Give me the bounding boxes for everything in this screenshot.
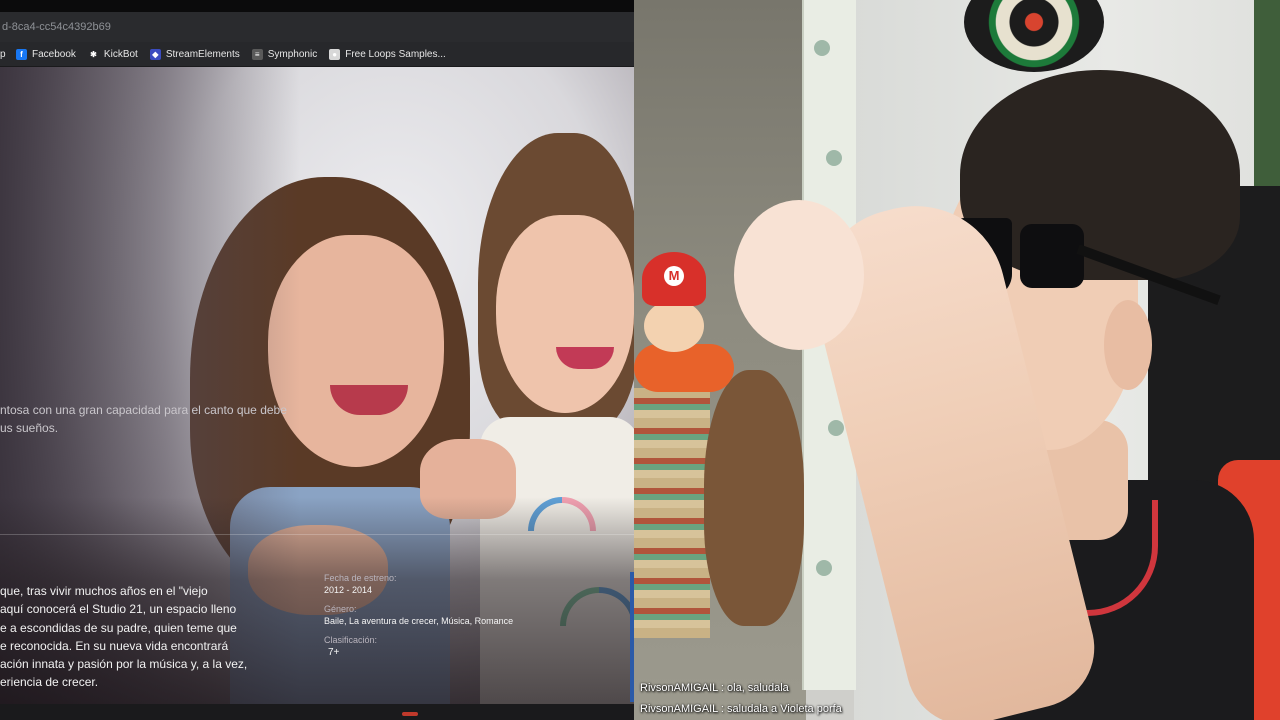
bookmark-free-loops[interactable]: ● Free Loops Samples... bbox=[329, 48, 446, 60]
bookmarks-bar: p f Facebook ✱ KickBot ◆ StreamElements … bbox=[0, 42, 634, 67]
bookmark-label: Free Loops Samples... bbox=[345, 48, 446, 60]
synopsis-line: aquí conocerá el Studio 21, un espacio l… bbox=[0, 602, 237, 617]
kickbot-icon: ✱ bbox=[90, 49, 97, 59]
guitar bbox=[704, 370, 804, 626]
bookmark-label: Symphonic bbox=[267, 48, 318, 60]
bookmark-label: Facebook bbox=[32, 48, 76, 60]
plush-face bbox=[644, 300, 704, 352]
webcam-feed: M RivsonAMIGAIL : ola, saludala RivsonAM… bbox=[634, 0, 1280, 720]
bookmark-label: KickBot bbox=[103, 48, 138, 60]
curtain-pattern bbox=[816, 560, 832, 576]
rating-label: Clasificación: bbox=[324, 635, 378, 645]
address-text: d-8ca4-cc54c4392b69 bbox=[2, 21, 111, 33]
plush-body bbox=[634, 344, 734, 392]
synopsis-line: ación innata y pasión por la música y, a… bbox=[0, 657, 248, 672]
rating-value: 7+ bbox=[328, 647, 340, 658]
door-frame bbox=[1254, 0, 1280, 200]
synopsis-line: e a escondidas de su padre, quien teme q… bbox=[0, 620, 237, 635]
chat-message: RivsonAMIGAIL : saludala a Violeta porfa bbox=[640, 699, 842, 720]
show-synopsis: que, tras vivir muchos años en el "viejo… bbox=[0, 582, 260, 692]
show-metadata: Fecha de estreno: 2012 - 2014 Género: Ba… bbox=[324, 572, 534, 665]
tagline-line: us sueños. bbox=[0, 421, 59, 435]
section-divider bbox=[0, 534, 634, 535]
figure-face bbox=[496, 215, 634, 413]
taskbar-strip bbox=[0, 704, 634, 720]
chat-overlay: RivsonAMIGAIL : ola, saludala RivsonAMIG… bbox=[640, 678, 842, 720]
synopsis-line: que, tras vivir muchos años en el "viejo bbox=[0, 584, 208, 598]
plush-hat: M bbox=[642, 252, 706, 306]
page-icon: ≡ bbox=[251, 48, 263, 60]
bookmark-streamelements[interactable]: ◆ StreamElements bbox=[149, 48, 240, 60]
bookmark-kickbot[interactable]: ✱ KickBot bbox=[88, 49, 138, 60]
curtain-pattern bbox=[828, 420, 844, 436]
address-bar[interactable]: d-8ca4-cc54c4392b69 bbox=[0, 12, 634, 42]
release-value: 2012 - 2014 bbox=[324, 585, 373, 595]
curtain-pattern bbox=[826, 150, 842, 166]
tab-strip bbox=[0, 0, 634, 12]
facebook-icon: f bbox=[16, 48, 27, 60]
taskbar-indicator bbox=[402, 712, 418, 716]
bookmark-label: StreamElements bbox=[165, 48, 240, 60]
synopsis-line: eriencia de crecer. bbox=[0, 675, 99, 690]
bookmark-symphonic[interactable]: ≡ Symphonic bbox=[251, 48, 318, 60]
show-tagline: ntosa con una gran capacidad para el can… bbox=[0, 401, 300, 437]
person-ear bbox=[1104, 300, 1152, 390]
chat-separator: : bbox=[717, 703, 728, 715]
genre-label: Género: bbox=[324, 604, 357, 614]
chat-text: ola, saludala bbox=[727, 682, 789, 694]
streamelements-icon: ◆ bbox=[149, 48, 161, 60]
curtain-pattern bbox=[814, 40, 830, 56]
sunglasses-lens bbox=[1020, 224, 1084, 288]
freeloops-icon: ● bbox=[329, 48, 341, 60]
release-label: Fecha de estreno: bbox=[324, 573, 397, 583]
chat-message: RivsonAMIGAIL : ola, saludala bbox=[640, 678, 842, 699]
chat-username: RivsonAMIGAIL bbox=[640, 703, 718, 715]
person-fist bbox=[734, 200, 864, 350]
bookmark-facebook[interactable]: f Facebook bbox=[16, 48, 76, 60]
bookmark-truncated[interactable]: p bbox=[0, 49, 8, 60]
tagline-line: ntosa con una gran capacidad para el can… bbox=[0, 403, 287, 417]
genre-value: Baile, La aventura de crecer, Música, Ro… bbox=[324, 616, 514, 626]
show-detail-page: ntosa con una gran capacidad para el can… bbox=[0, 67, 634, 704]
synopsis-line: e reconocida. En su nueva vida encontrar… bbox=[0, 638, 229, 653]
woven-basket bbox=[634, 388, 710, 638]
chat-text: saludala a Violeta porfa bbox=[727, 703, 842, 715]
chat-username: RivsonAMIGAIL bbox=[640, 682, 718, 694]
chat-separator: : bbox=[717, 682, 728, 694]
browser-capture: d-8ca4-cc54c4392b69 p f Facebook ✱ KickB… bbox=[0, 0, 634, 720]
